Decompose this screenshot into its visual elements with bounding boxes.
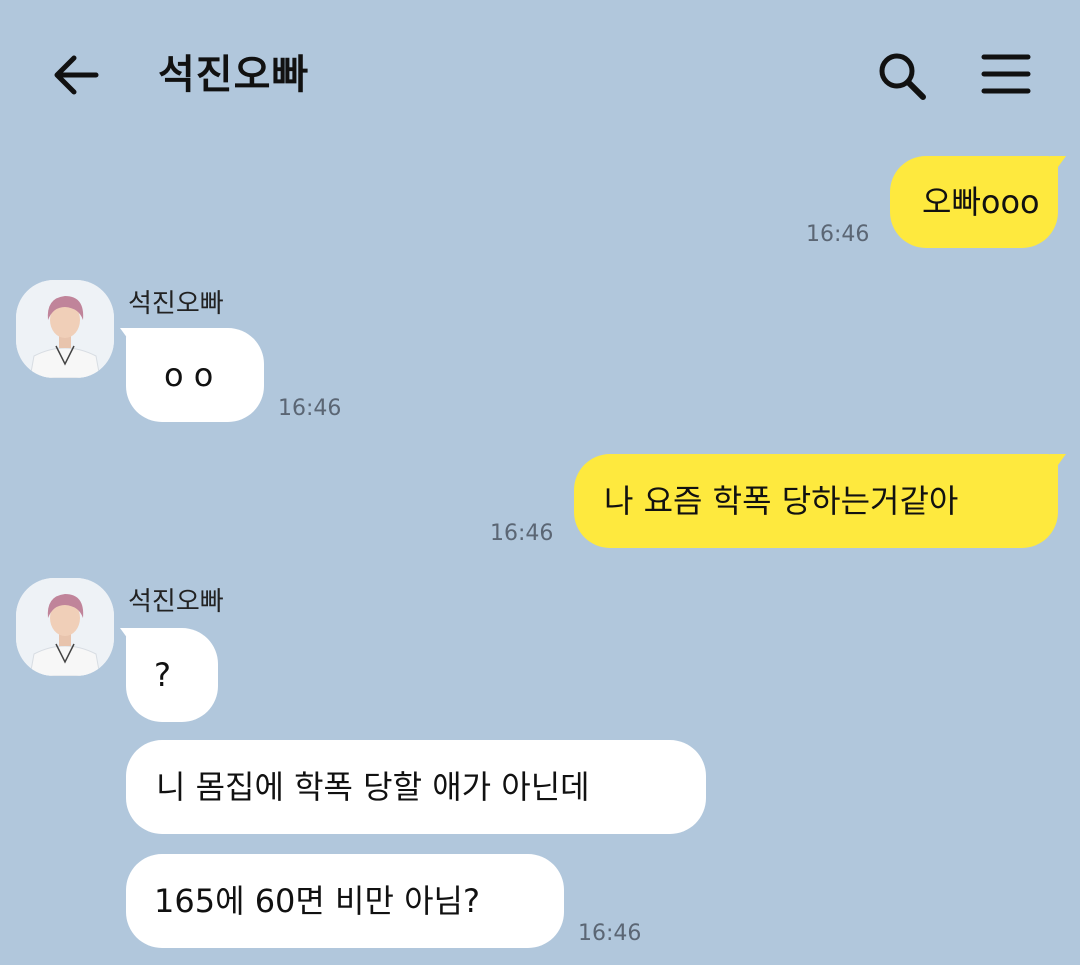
bubble-tail — [120, 628, 136, 650]
chat-title: 석진오빠 — [158, 52, 310, 98]
avatar[interactable] — [16, 578, 114, 676]
message-timestamp: 16:46 — [806, 222, 870, 247]
sender-name: 석진오빠 — [128, 289, 224, 319]
search-icon — [879, 53, 926, 100]
message-timestamp: 16:46 — [278, 396, 342, 421]
message-timestamp: 16:46 — [490, 521, 554, 546]
back-button[interactable] — [50, 48, 104, 102]
sent-message-bubble[interactable]: 오빠ooo — [890, 156, 1058, 248]
profile-photo-icon — [16, 578, 114, 676]
message-timestamp: 16:46 — [578, 921, 642, 946]
sent-message-bubble[interactable]: 나 요즘 학폭 당하는거같아 — [574, 454, 1058, 548]
received-message-bubble[interactable]: ? — [126, 628, 218, 722]
profile-photo-icon — [16, 280, 114, 378]
received-message-bubble[interactable]: o o — [126, 328, 264, 422]
avatar[interactable] — [16, 280, 114, 378]
received-message-bubble[interactable]: 니 몸집에 학폭 당할 애가 아닌데 — [126, 740, 706, 834]
chat-header: 석진오빠 — [0, 0, 1080, 140]
hamburger-menu-icon — [981, 54, 1031, 94]
received-message-bubble[interactable]: 165에 60면 비만 아님? — [126, 854, 564, 948]
menu-button[interactable] — [980, 52, 1032, 96]
bubble-tail — [1050, 156, 1066, 178]
bubble-tail — [120, 328, 136, 350]
arrow-left-icon — [54, 55, 99, 95]
sender-name: 석진오빠 — [128, 587, 224, 617]
search-button[interactable] — [874, 48, 930, 104]
bubble-tail — [1050, 454, 1066, 476]
